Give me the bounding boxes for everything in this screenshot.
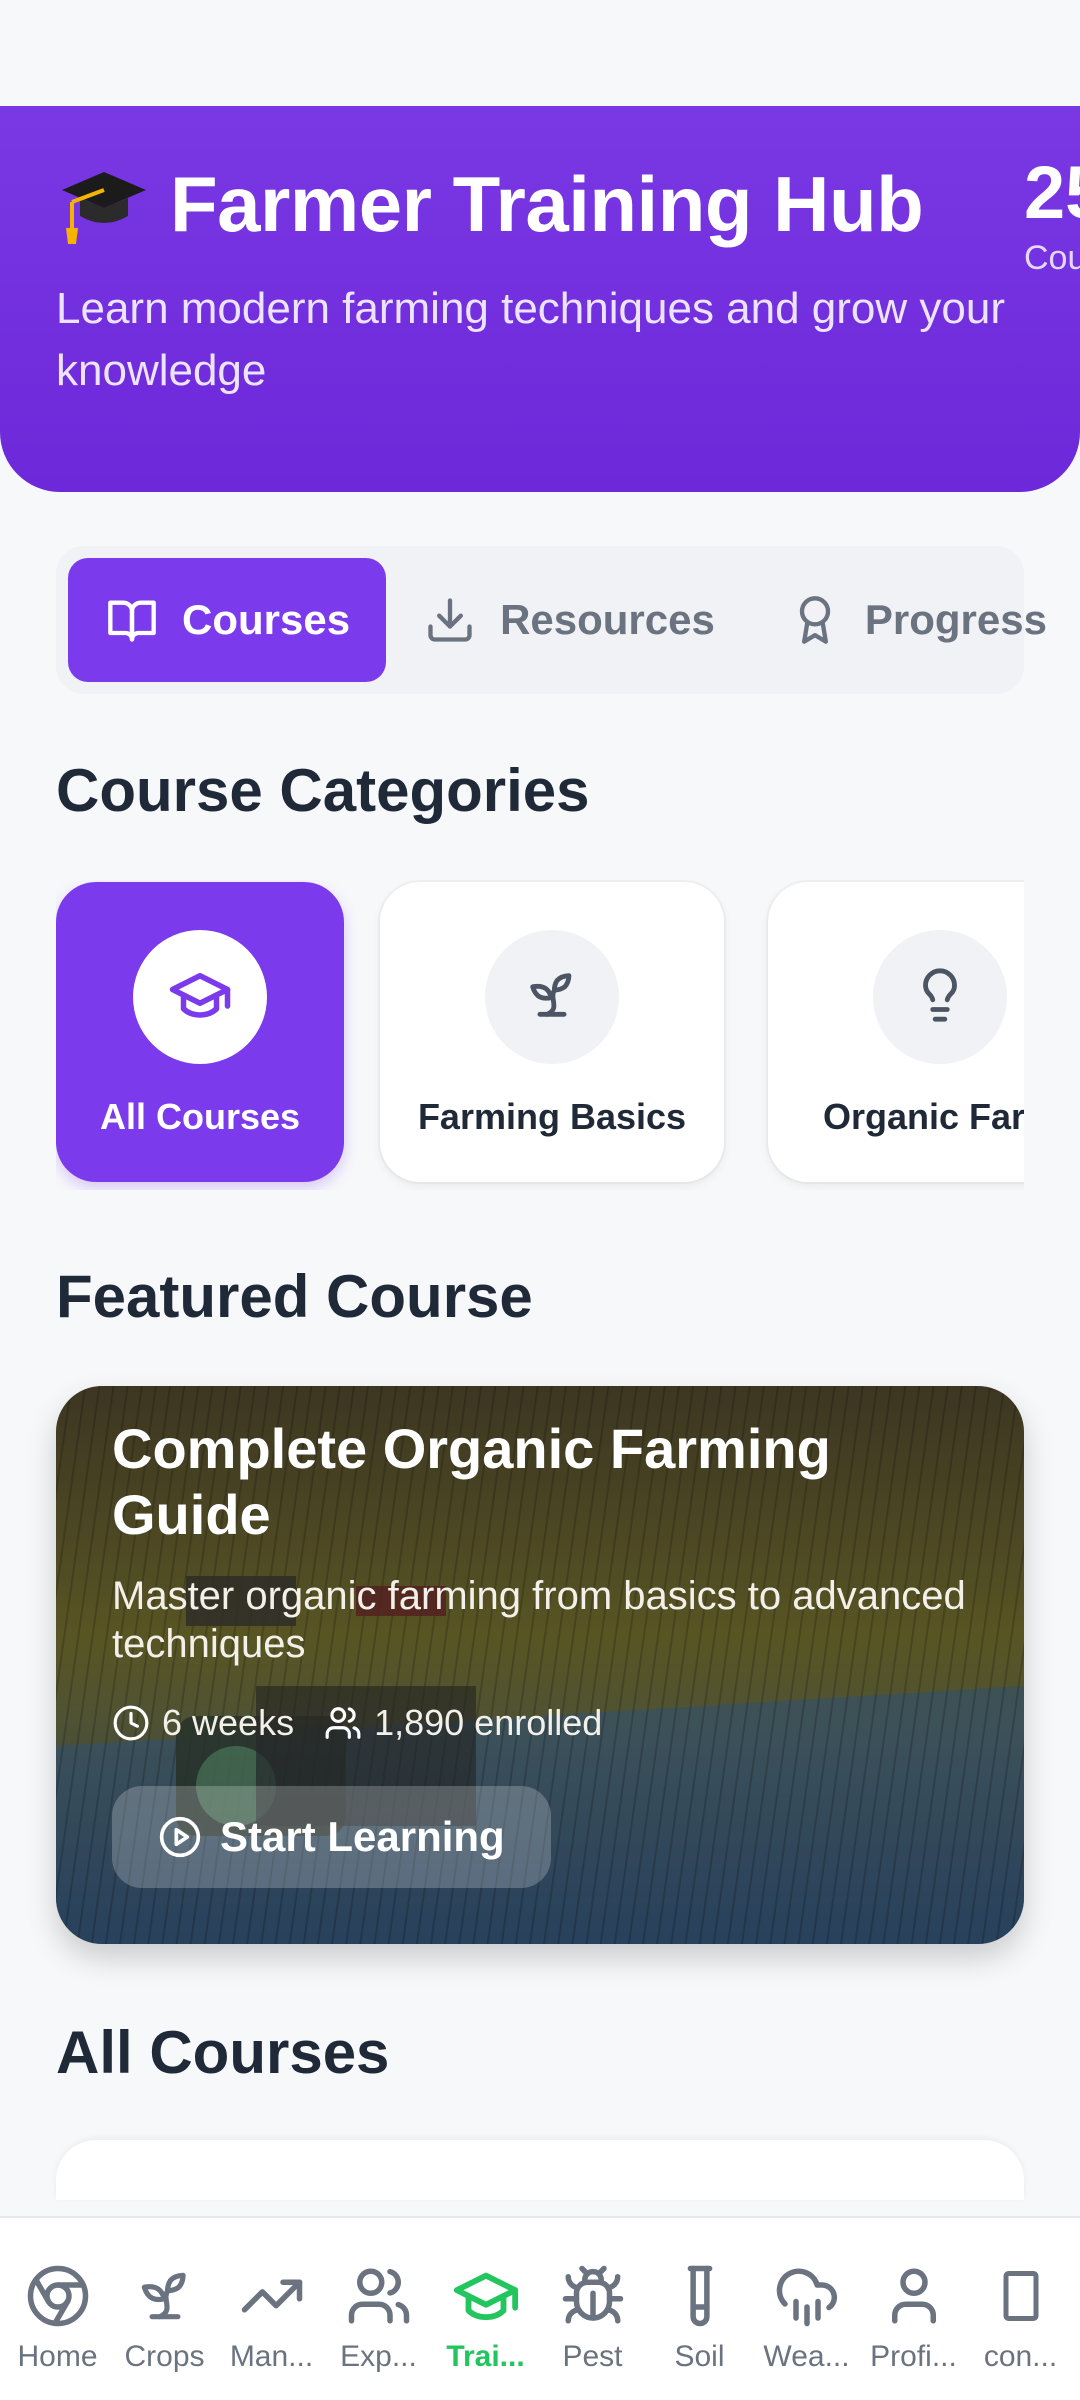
- featured-course-meta: 6 weeks 1,890 enrolled: [112, 1702, 972, 1744]
- play-circle-icon: [159, 1816, 201, 1858]
- nav-item-crops[interactable]: Crops: [111, 2218, 218, 2374]
- tab-progress[interactable]: Progress: [751, 558, 1080, 682]
- category-icon-circle: [873, 930, 1007, 1064]
- tab-bar: Courses Resources Progress: [56, 546, 1047, 694]
- nav-label: con...: [983, 2340, 1058, 2373]
- nav-item-pest[interactable]: Pest: [539, 2218, 646, 2374]
- chrome-icon: [22, 2260, 94, 2332]
- enrolled-meta: 1,890 enrolled: [324, 1702, 602, 1744]
- trending-up-icon: [236, 2260, 308, 2332]
- featured-course-card[interactable]: Complete Organic Farming Guide Master or…: [56, 1386, 1024, 1944]
- duration-text: 6 weeks: [162, 1702, 295, 1743]
- category-icon-circle: [133, 930, 267, 1064]
- nav-item-home[interactable]: Home: [4, 2218, 111, 2374]
- bottom-navigation: Home Crops Man... Exp... Trai... Pest So…: [0, 2216, 1080, 2400]
- graduation-cap-emoji-icon: [56, 156, 152, 252]
- award-icon: [787, 592, 843, 648]
- nav-item-training[interactable]: Trai...: [432, 2218, 539, 2374]
- enrolled-text: 1,890 enrolled: [374, 1702, 603, 1743]
- tab-resources[interactable]: Resources: [386, 558, 751, 682]
- category-organic-farming[interactable]: Organic Farm: [768, 882, 1024, 1182]
- cloud-rain-icon: [771, 2260, 843, 2332]
- smartphone-icon: [985, 2260, 1057, 2332]
- nav-item-profile[interactable]: Profi...: [860, 2218, 967, 2374]
- hero-banner: Farmer Training Hub Learn modern farming…: [0, 106, 1080, 492]
- nav-item-market[interactable]: Man...: [218, 2218, 325, 2374]
- course-card-peek[interactable]: [56, 2140, 1024, 2200]
- tab-label: Courses: [182, 596, 351, 643]
- nav-label: Wea...: [763, 2340, 850, 2373]
- sprout-icon: [129, 2260, 201, 2332]
- start-learning-label: Start Learning: [220, 1813, 505, 1860]
- nav-item-weather[interactable]: Wea...: [753, 2218, 860, 2374]
- sprout-icon: [523, 966, 581, 1029]
- hero-title: Farmer Training Hub: [170, 159, 924, 248]
- hero-title-row: Farmer Training Hub: [56, 156, 924, 252]
- users-icon: [343, 2260, 415, 2332]
- nav-item-contact[interactable]: con...: [967, 2218, 1074, 2374]
- graduation-cap-icon: [167, 962, 233, 1033]
- nav-label: Pest: [562, 2340, 623, 2373]
- training-page: Farmer Training Hub Learn modern farming…: [0, 0, 1080, 2400]
- nav-label: Soil: [674, 2340, 725, 2373]
- featured-course-description: Master organic farming from basics to ad…: [112, 1574, 966, 1666]
- nav-label: Home: [17, 2340, 98, 2373]
- start-learning-button[interactable]: Start Learning: [112, 1786, 551, 1888]
- all-courses-title: All Courses: [56, 2019, 390, 2086]
- featured-title: Featured Course: [56, 1263, 533, 1330]
- duration-meta: 6 weeks: [112, 1702, 294, 1744]
- clock-icon: [113, 1705, 149, 1741]
- featured-content: Complete Organic Farming Guide Master or…: [112, 1416, 972, 1744]
- category-list: All Courses Farming Basics Organic Far: [56, 880, 1024, 1190]
- lightbulb-icon: [911, 966, 969, 1029]
- category-label: All Courses: [99, 1096, 301, 1137]
- featured-course-title: Complete Organic Farming Guide: [112, 1417, 831, 1546]
- nav-label: Crops: [124, 2340, 205, 2373]
- book-open-icon: [104, 592, 160, 648]
- tab-label: Progress: [864, 596, 1047, 643]
- category-farming-basics[interactable]: Farming Basics: [380, 882, 724, 1182]
- hero-stat-label: Cou: [1024, 239, 1080, 277]
- nav-item-experts[interactable]: Exp...: [325, 2218, 432, 2374]
- tab-courses[interactable]: Courses: [68, 558, 387, 682]
- nav-label: Trai...: [446, 2340, 525, 2373]
- tab-label: Resources: [500, 596, 715, 643]
- hero-stat: 25 Cou: [1024, 150, 1080, 278]
- graduation-cap-icon: [450, 2260, 522, 2332]
- nav-label: Man...: [229, 2340, 314, 2373]
- nav-label: Exp...: [340, 2340, 417, 2373]
- bug-icon: [557, 2260, 629, 2332]
- category-all-courses[interactable]: All Courses: [56, 882, 344, 1182]
- category-icon-circle: [485, 930, 619, 1064]
- hero-subtitle: Learn modern farming techniques and grow…: [56, 284, 1005, 395]
- users-icon: [325, 1707, 361, 1739]
- category-label: Farming Basics: [417, 1096, 687, 1137]
- download-icon: [422, 592, 478, 648]
- category-label: Organic Farm: [822, 1096, 1024, 1137]
- test-tube-icon: [664, 2260, 736, 2332]
- hero-stat-value: 25: [1024, 151, 1080, 234]
- nav-item-soil[interactable]: Soil: [646, 2218, 753, 2374]
- user-icon: [878, 2260, 950, 2332]
- categories-title: Course Categories: [56, 757, 590, 824]
- nav-label: Profi...: [870, 2340, 957, 2373]
